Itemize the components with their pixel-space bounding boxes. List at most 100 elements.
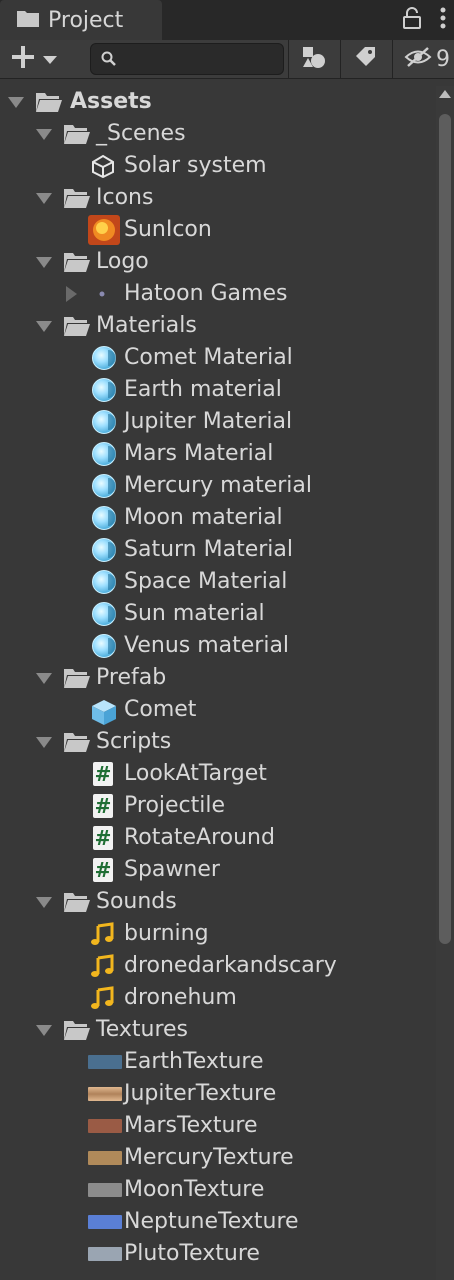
toolbar-divider (340, 40, 341, 78)
toolbar-divider (392, 40, 393, 78)
expand-arrow-icon[interactable] (36, 1025, 52, 1036)
tab-project[interactable]: Project (0, 0, 162, 40)
folder-open-icon (62, 186, 90, 210)
tree-item-sunicon[interactable]: SunIcon (0, 214, 436, 246)
folder-label: Textures (96, 1017, 188, 1042)
texture-thumbnail-icon (88, 1087, 122, 1101)
item-label: LookAtTarget (124, 761, 267, 786)
project-tree: Assets _Scenes Solar system Icons SunIco… (0, 86, 436, 1270)
csharp-script-icon: # (93, 826, 113, 850)
tree-folder-materials[interactable]: Materials (0, 310, 436, 342)
expand-arrow-icon[interactable] (36, 897, 52, 908)
item-label: dronedarkandscary (124, 953, 337, 978)
tree-folder-assets[interactable]: Assets (0, 86, 436, 118)
material-icon (90, 538, 116, 562)
tree-folder-prefab[interactable]: Prefab (0, 662, 436, 694)
prefab-cube-icon (90, 698, 116, 725)
tree-folder-scripts[interactable]: Scripts (0, 726, 436, 758)
tree-item-texture[interactable]: MarsTexture (0, 1110, 436, 1142)
tab-label: Project (48, 7, 124, 33)
item-label: SunIcon (124, 217, 212, 242)
tree-folder-icons[interactable]: Icons (0, 182, 436, 214)
item-label: MoonTexture (124, 1177, 265, 1202)
tree-item-material[interactable]: Mercury material (0, 470, 436, 502)
item-label: RotateAround (124, 825, 275, 850)
tree-item-material[interactable]: Earth material (0, 374, 436, 406)
search-input[interactable] (90, 43, 284, 75)
texture-thumbnail-icon (88, 1215, 122, 1229)
tree-item-script[interactable]: # Spawner (0, 854, 436, 886)
csharp-script-icon: # (93, 858, 113, 882)
lock-icon[interactable] (402, 7, 422, 33)
expand-arrow-icon[interactable] (8, 97, 24, 108)
vertical-scrollbar[interactable] (436, 86, 454, 1280)
scroll-up-arrow-icon[interactable] (439, 90, 451, 98)
unity-scene-icon (90, 154, 116, 179)
filter-by-type-button[interactable] (290, 40, 338, 78)
tree-item-logo[interactable]: Hatoon Games (0, 278, 436, 310)
tree-item-texture[interactable]: MoonTexture (0, 1174, 436, 1206)
material-icon (90, 602, 116, 626)
folder-label: Icons (96, 185, 154, 210)
plus-icon (10, 44, 36, 74)
item-label: Solar system (124, 153, 267, 178)
item-label: NeptuneTexture (124, 1209, 299, 1234)
texture-thumbnail-icon (88, 1247, 122, 1261)
toolbar: 9 (0, 40, 454, 79)
tree-item-material[interactable]: Jupiter Material (0, 406, 436, 438)
expand-arrow-icon[interactable] (36, 257, 52, 268)
tree-folder-sounds[interactable]: Sounds (0, 886, 436, 918)
tree-item-texture[interactable]: EarthTexture (0, 1046, 436, 1078)
toolbar-divider (288, 40, 289, 78)
tree-item-script[interactable]: # RotateAround (0, 822, 436, 854)
tree-item-material[interactable]: Mars Material (0, 438, 436, 470)
tree-item-material[interactable]: Saturn Material (0, 534, 436, 566)
music-note-icon (90, 922, 116, 946)
item-label: burning (124, 921, 209, 946)
expand-arrow-icon[interactable] (36, 673, 52, 684)
tree-item-texture[interactable]: NeptuneTexture (0, 1206, 436, 1238)
material-icon (90, 346, 116, 370)
tree-item-scene[interactable]: Solar system (0, 150, 436, 182)
material-icon (90, 442, 116, 466)
tree-folder-logo[interactable]: Logo (0, 246, 436, 278)
tree-item-material[interactable]: Space Material (0, 566, 436, 598)
scrollbar-thumb[interactable] (439, 114, 451, 944)
expand-arrow-icon[interactable] (36, 321, 52, 332)
create-button[interactable] (10, 44, 70, 74)
tree-item-texture[interactable]: JupiterTexture (0, 1078, 436, 1110)
material-icon (90, 634, 116, 658)
tree-item-sound[interactable]: dronedarkandscary (0, 950, 436, 982)
material-icon (90, 410, 116, 434)
tree-item-texture[interactable]: PlutoTexture (0, 1238, 436, 1270)
folder-icon (16, 8, 40, 32)
tree-item-script[interactable]: # Projectile (0, 790, 436, 822)
more-options-icon[interactable] (440, 7, 446, 33)
tree-item-prefab[interactable]: Comet (0, 694, 436, 726)
tree-item-material[interactable]: Moon material (0, 502, 436, 534)
tree-item-sound[interactable]: dronehum (0, 982, 436, 1014)
tree-item-material[interactable]: Venus material (0, 630, 436, 662)
tree-item-sound[interactable]: burning (0, 918, 436, 950)
folder-open-icon (62, 666, 90, 690)
item-label: MercuryTexture (124, 1145, 294, 1170)
item-label: Sun material (124, 601, 265, 626)
item-label: Venus material (124, 633, 290, 658)
hidden-packages-toggle[interactable]: 9 (396, 40, 454, 78)
item-label: dronehum (124, 985, 237, 1010)
tree-item-material[interactable]: Sun material (0, 598, 436, 630)
expand-arrow-icon[interactable] (36, 129, 52, 140)
tree-item-script[interactable]: # LookAtTarget (0, 758, 436, 790)
tree-folder-scenes[interactable]: _Scenes (0, 118, 436, 150)
texture-thumbnail-icon (88, 1183, 122, 1197)
expand-arrow-icon[interactable] (36, 737, 52, 748)
collapse-arrow-icon[interactable] (66, 286, 77, 302)
expand-arrow-icon[interactable] (36, 193, 52, 204)
tree-folder-textures[interactable]: Textures (0, 1014, 436, 1046)
tree-item-material[interactable]: Comet Material (0, 342, 436, 374)
folder-label: Materials (96, 313, 197, 338)
tree-item-texture[interactable]: MercuryTexture (0, 1142, 436, 1174)
item-label: Projectile (124, 793, 226, 818)
filter-by-label-button[interactable] (342, 40, 390, 78)
folder-label: Assets (70, 89, 152, 114)
